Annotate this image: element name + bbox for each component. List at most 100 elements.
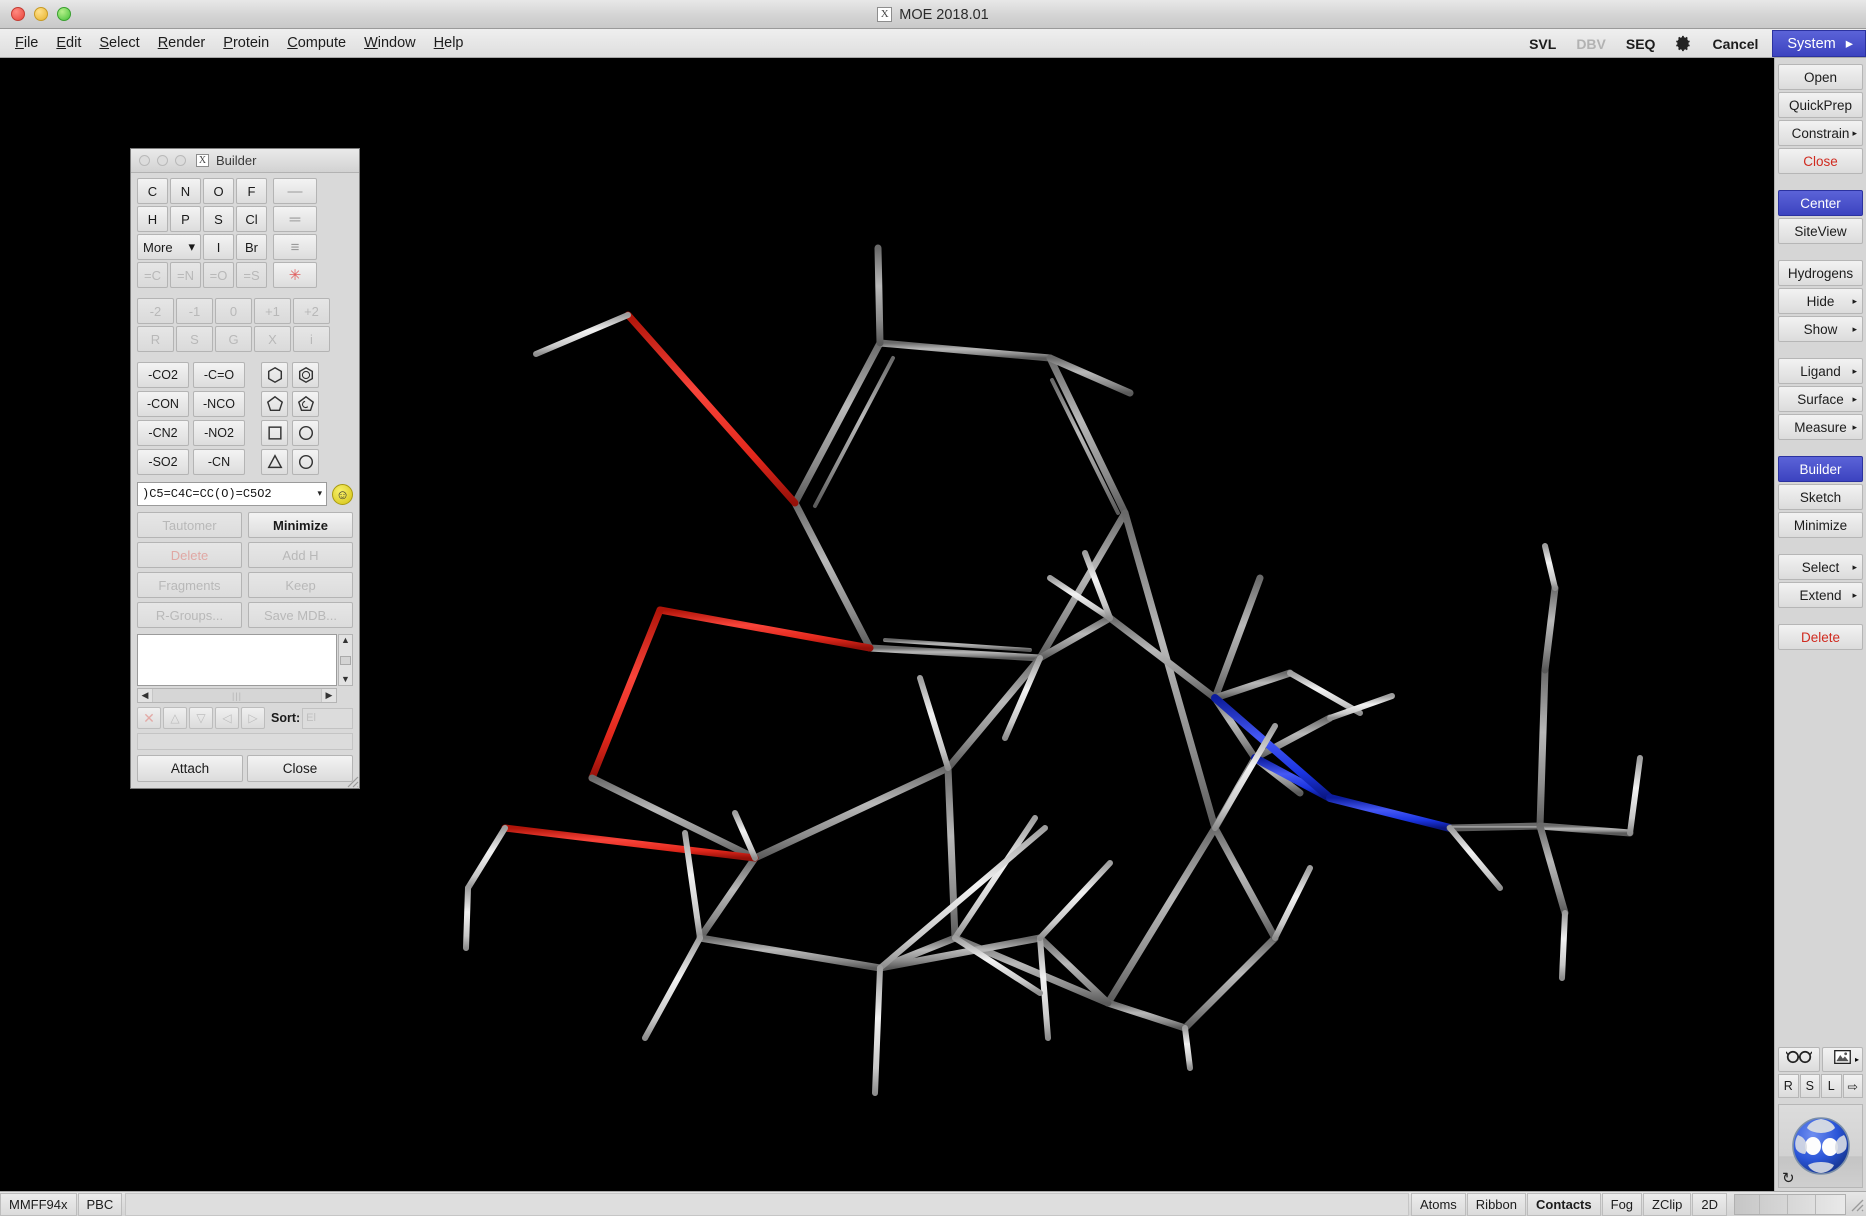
forcefield-button[interactable]: MMFF94x [0, 1192, 77, 1216]
group-co2-button[interactable]: -CO2 [137, 362, 189, 388]
group-cn-button[interactable]: -CN [193, 449, 245, 475]
smiles-input[interactable]: )C5=C4C=CC(O)=C5O2 ▾ [137, 482, 327, 506]
depth-slider[interactable] [1734, 1193, 1846, 1215]
contacts-toggle[interactable]: Contacts [1527, 1192, 1601, 1216]
refresh-icon[interactable]: ↻ [1782, 1171, 1795, 1186]
chevron-down-icon[interactable]: ▾ [317, 489, 322, 499]
fragment-list-vscrollbar[interactable]: ▲ ▼ [338, 634, 353, 686]
scroll-right-icon[interactable]: ▶ [322, 689, 336, 702]
cyclopropane-ring-button[interactable] [261, 449, 288, 475]
element-o-button[interactable]: O [203, 178, 234, 204]
menu-help[interactable]: Help [426, 32, 472, 54]
maximize-window-button[interactable] [57, 7, 71, 21]
sidebar-item-select[interactable]: Select ▸ [1778, 554, 1863, 580]
fog-toggle[interactable]: Fog [1601, 1192, 1643, 1216]
element-cl-button[interactable]: Cl [236, 206, 267, 232]
translate-arrow-button[interactable]: ⇨ [1842, 1074, 1863, 1098]
any-bond-button[interactable]: ✳ [273, 262, 317, 288]
sidebar-item-quickprep[interactable]: QuickPrep [1778, 92, 1863, 118]
close-button[interactable]: Close [247, 755, 353, 782]
settings-gear-button[interactable] [1665, 29, 1702, 58]
fragment-list-hscrollbar[interactable]: ◀ ||| ▶ [137, 688, 337, 703]
window-resize-grip[interactable] [1848, 1196, 1864, 1212]
builder-close-button[interactable] [139, 155, 150, 166]
element-more-dropdown[interactable]: More ▾ [137, 234, 201, 260]
aromatic-ring-button[interactable] [292, 362, 319, 388]
sidebar-item-minimize[interactable]: Minimize [1778, 512, 1863, 538]
menu-protein[interactable]: Protein [215, 32, 277, 54]
element-n-button[interactable]: N [170, 178, 201, 204]
menu-edit[interactable]: Edit [48, 32, 89, 54]
rotate-r-button[interactable]: R [1778, 1074, 1799, 1098]
sidebar-item-siteview[interactable]: SiteView [1778, 218, 1863, 244]
snapshot-button[interactable]: ▸ [1821, 1047, 1863, 1072]
sidebar-item-ligand[interactable]: Ligand ▸ [1778, 358, 1863, 384]
rotation-globe-widget[interactable]: ↻ [1778, 1104, 1863, 1188]
cyclopentadiene-ring-button[interactable] [292, 391, 319, 417]
element-i-button[interactable]: I [203, 234, 234, 260]
sidebar-item-hydrogens[interactable]: Hydrogens [1778, 260, 1863, 286]
builder-resize-grip[interactable] [345, 774, 359, 788]
minimize-button[interactable]: Minimize [248, 512, 353, 538]
twod-toggle[interactable]: 2D [1692, 1192, 1727, 1216]
sidebar-item-measure[interactable]: Measure ▸ [1778, 414, 1863, 440]
smiley-status-icon[interactable]: ☺ [332, 483, 353, 505]
cancel-button[interactable]: Cancel [1702, 29, 1768, 58]
seq-button[interactable]: SEQ [1616, 29, 1666, 58]
cyclobutane-ring-button[interactable] [261, 420, 288, 446]
scroll-down-icon[interactable]: ▼ [341, 674, 350, 685]
light-l-button[interactable]: L [1821, 1074, 1842, 1098]
builder-minimize-button[interactable] [157, 155, 168, 166]
menu-window[interactable]: Window [356, 32, 424, 54]
sidebar-item-close[interactable]: Close [1778, 148, 1863, 174]
sidebar-item-extend[interactable]: Extend ▸ [1778, 582, 1863, 608]
element-f-button[interactable]: F [236, 178, 267, 204]
attach-button[interactable]: Attach [137, 755, 243, 782]
builder-titlebar[interactable]: X Builder [131, 149, 359, 173]
svl-button[interactable]: SVL [1519, 29, 1566, 58]
group-cn2-button[interactable]: -CN2 [137, 420, 189, 446]
group-ceo-button[interactable]: -C=O [193, 362, 245, 388]
ribbon-toggle[interactable]: Ribbon [1466, 1192, 1526, 1216]
atoms-toggle[interactable]: Atoms [1410, 1192, 1466, 1216]
cycloheptane-ring-button[interactable] [292, 449, 319, 475]
sidebar-item-open[interactable]: Open [1778, 64, 1863, 90]
single-bond-button[interactable]: — [273, 178, 317, 204]
scroll-left-icon[interactable]: ◀ [138, 689, 152, 702]
scroll-thumb[interactable] [340, 655, 351, 665]
sidebar-item-sketch[interactable]: Sketch [1778, 484, 1863, 510]
stereo-glasses-button[interactable] [1778, 1047, 1820, 1072]
group-nco-button[interactable]: -NCO [193, 391, 245, 417]
sidebar-item-show[interactable]: Show ▸ [1778, 316, 1863, 342]
menu-render[interactable]: Render [150, 32, 214, 54]
pbc-button[interactable]: PBC [77, 1192, 123, 1216]
triple-bond-button[interactable]: ≡ [273, 234, 317, 260]
sidebar-item-builder[interactable]: Builder [1778, 456, 1863, 482]
sidebar-item-delete[interactable]: Delete [1778, 624, 1863, 650]
sidebar-item-hide[interactable]: Hide ▸ [1778, 288, 1863, 314]
zclip-toggle[interactable]: ZClip [1643, 1192, 1692, 1216]
builder-maximize-button[interactable] [175, 155, 186, 166]
minimize-window-button[interactable] [34, 7, 48, 21]
benzene-ring-button[interactable] [261, 362, 288, 388]
menu-select[interactable]: Select [91, 32, 147, 54]
menu-file[interactable]: File [7, 32, 46, 54]
cyclohexane-ring-button[interactable] [292, 420, 319, 446]
group-so2-button[interactable]: -SO2 [137, 449, 189, 475]
system-menu-button[interactable]: System ▸ [1772, 30, 1866, 57]
element-p-button[interactable]: P [170, 206, 201, 232]
element-br-button[interactable]: Br [236, 234, 267, 260]
fragment-list[interactable] [137, 634, 337, 686]
menu-compute[interactable]: Compute [279, 32, 354, 54]
sidebar-item-center[interactable]: Center [1778, 190, 1863, 216]
element-c-button[interactable]: C [137, 178, 168, 204]
close-window-button[interactable] [11, 7, 25, 21]
double-bond-button[interactable]: ═ [273, 206, 317, 232]
cyclopentane-ring-button[interactable] [261, 391, 288, 417]
element-s-button[interactable]: S [203, 206, 234, 232]
group-con-button[interactable]: -CON [137, 391, 189, 417]
group-no2-button[interactable]: -NO2 [193, 420, 245, 446]
element-h-button[interactable]: H [137, 206, 168, 232]
sidebar-item-surface[interactable]: Surface ▸ [1778, 386, 1863, 412]
scroll-up-icon[interactable]: ▲ [341, 635, 350, 646]
